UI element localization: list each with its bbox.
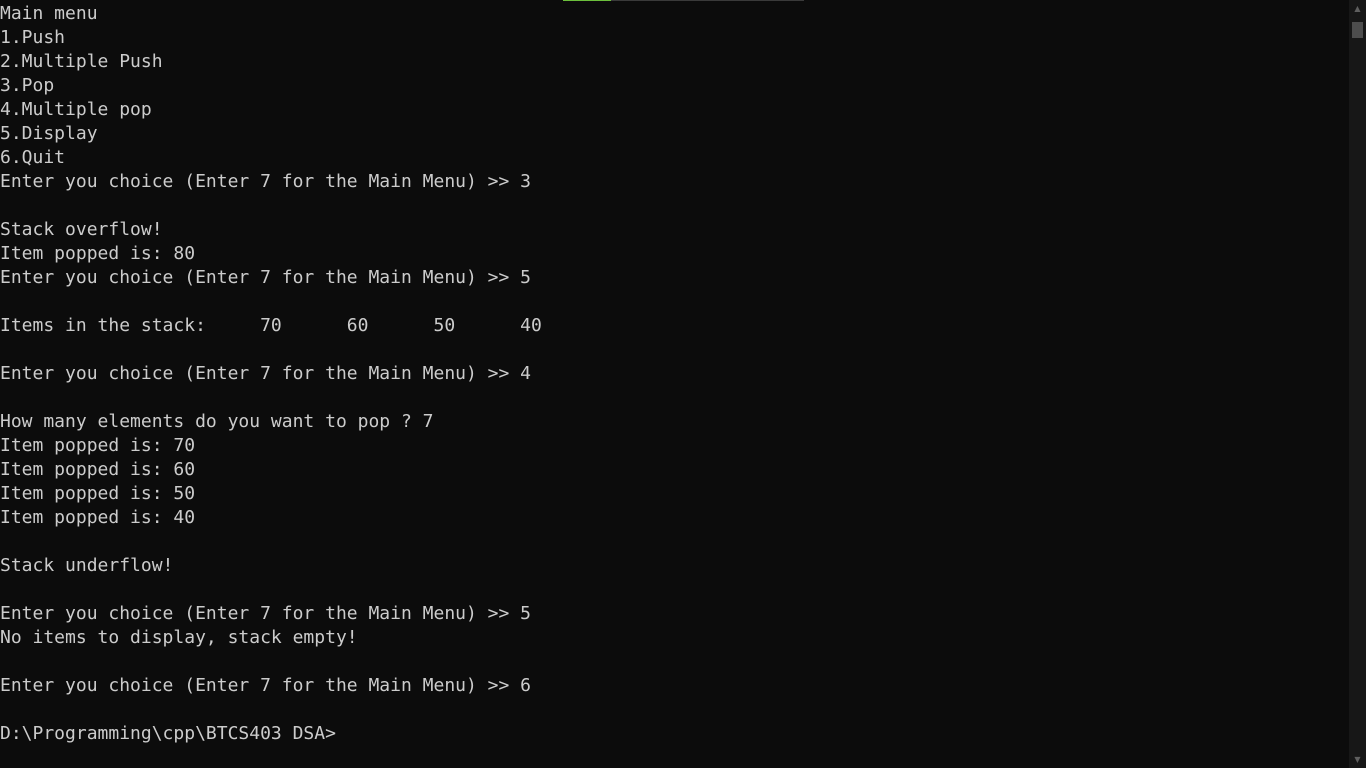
console-line: How many elements do you want to pop ? 7 xyxy=(0,411,434,432)
console-line: Enter you choice (Enter 7 for the Main M… xyxy=(0,267,532,288)
console-line: 2.Multiple Push xyxy=(0,51,163,72)
console-line: Enter you choice (Enter 7 for the Main M… xyxy=(0,171,532,192)
console-line: Items in the stack: 70 60 50 40 xyxy=(0,315,542,336)
terminal-window: Main menu 1.Push 2.Multiple Push 3.Pop 4… xyxy=(0,0,1366,768)
console-line: Enter you choice (Enter 7 for the Main M… xyxy=(0,363,532,384)
console-line: Enter you choice (Enter 7 for the Main M… xyxy=(0,675,532,696)
console-output[interactable]: Main menu 1.Push 2.Multiple Push 3.Pop 4… xyxy=(0,2,1346,768)
active-tab-indicator xyxy=(563,0,611,1)
vertical-scrollbar[interactable]: ▲ ▼ xyxy=(1349,0,1366,768)
console-line: Main menu xyxy=(0,3,98,24)
console-line: 4.Multiple pop xyxy=(0,99,152,120)
console-line: Item popped is: 60 xyxy=(0,459,196,480)
console-line: 5.Display xyxy=(0,123,98,144)
scrollbar-thumb[interactable] xyxy=(1352,22,1363,38)
scroll-down-arrow-icon[interactable]: ▼ xyxy=(1349,751,1366,768)
console-line: Enter you choice (Enter 7 for the Main M… xyxy=(0,603,532,624)
console-line: Stack underflow! xyxy=(0,555,174,576)
tab-indicator-bar xyxy=(563,0,804,1)
command-prompt[interactable]: D:\Programming\cpp\BTCS403 DSA> xyxy=(0,722,1346,746)
console-line: Item popped is: 40 xyxy=(0,507,196,528)
scroll-up-arrow-icon[interactable]: ▲ xyxy=(1349,0,1366,17)
console-line: 6.Quit xyxy=(0,147,66,168)
console-line: Stack overflow! xyxy=(0,219,163,240)
console-line: No items to display, stack empty! xyxy=(0,627,358,648)
console-line: 3.Pop xyxy=(0,75,55,96)
console-line: 1.Push xyxy=(0,27,66,48)
console-line: Item popped is: 80 xyxy=(0,243,196,264)
console-line: Item popped is: 70 xyxy=(0,435,196,456)
console-line: Item popped is: 50 xyxy=(0,483,196,504)
